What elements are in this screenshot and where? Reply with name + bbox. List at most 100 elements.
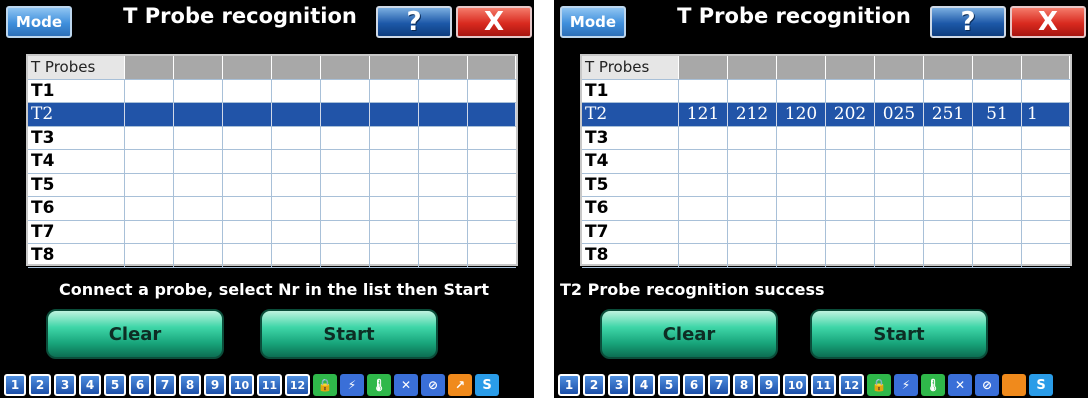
table-cell — [777, 244, 826, 267]
table-cell — [1022, 127, 1070, 150]
help-icon: ? — [960, 7, 976, 37]
orange-square-icon[interactable] — [1002, 374, 1026, 396]
channel-10-button[interactable]: 10 — [229, 374, 254, 396]
table-row[interactable]: T4 — [582, 150, 1070, 174]
arrow-icon[interactable]: ↗ — [448, 374, 472, 396]
table-row[interactable]: T5 — [28, 173, 516, 197]
thermometer-icon[interactable]: 🌡 — [367, 374, 391, 396]
sensor-error-icon[interactable]: ✕ — [394, 374, 418, 396]
channel-12-button[interactable]: 12 — [839, 374, 864, 396]
link-error-icon[interactable]: ⚡ — [340, 374, 364, 396]
start-button[interactable]: Start — [810, 309, 988, 359]
table-cell — [973, 220, 1022, 243]
clear-button[interactable]: Clear — [600, 309, 778, 359]
probe-label: T4 — [582, 150, 679, 173]
table-cell — [1022, 150, 1070, 173]
channel-11-button[interactable]: 11 — [257, 374, 282, 396]
table-row[interactable]: T3 — [582, 126, 1070, 150]
channel-1-button[interactable]: 1 — [558, 374, 580, 396]
channel-6-button[interactable]: 6 — [683, 374, 705, 396]
lock-icon[interactable]: 🔒 — [313, 374, 337, 396]
channel-4-button[interactable]: 4 — [79, 374, 101, 396]
table-row[interactable]: T2 — [28, 103, 516, 127]
table-cell: 120 — [777, 103, 826, 126]
sensor-error-icon[interactable]: ✕ — [948, 374, 972, 396]
lock-icon[interactable]: 🔒 — [867, 374, 891, 396]
table-row[interactable]: T4 — [28, 150, 516, 174]
table-cell — [468, 127, 516, 150]
title-bar: Mode T Probe recognition ? X — [554, 0, 1088, 42]
table-cell — [223, 150, 272, 173]
table-cell — [125, 79, 174, 102]
mode-button[interactable]: Mode — [6, 6, 72, 38]
table-row[interactable]: T2 121 212 120 202 025 251 51 1 — [582, 103, 1070, 127]
close-button[interactable]: X — [1010, 6, 1086, 38]
table-row[interactable]: T6 — [28, 197, 516, 221]
table-row[interactable]: T5 — [582, 173, 1070, 197]
channel-11-button[interactable]: 11 — [811, 374, 836, 396]
column-header — [875, 56, 924, 79]
channel-5-button[interactable]: 5 — [104, 374, 126, 396]
table-row[interactable]: T7 — [582, 220, 1070, 244]
thermometer-icon[interactable]: 🌡 — [921, 374, 945, 396]
channel-7-button[interactable]: 7 — [708, 374, 730, 396]
table-cell — [468, 197, 516, 220]
table-cell: 212 — [728, 103, 777, 126]
table-cell — [777, 79, 826, 102]
channel-6-button[interactable]: 6 — [129, 374, 151, 396]
table-cell — [272, 197, 321, 220]
s-icon[interactable]: S — [475, 374, 499, 396]
clear-button[interactable]: Clear — [46, 309, 224, 359]
table-cell — [125, 173, 174, 196]
mode-button[interactable]: Mode — [560, 6, 626, 38]
table-cell — [468, 103, 516, 126]
table-cell — [679, 197, 728, 220]
channel-4-button[interactable]: 4 — [633, 374, 655, 396]
channel-12-button[interactable]: 12 — [285, 374, 310, 396]
table-cell — [777, 150, 826, 173]
table-row[interactable]: T8 — [28, 244, 516, 268]
table-row[interactable]: T8 — [582, 244, 1070, 268]
channel-9-button[interactable]: 9 — [758, 374, 780, 396]
link-error-icon[interactable]: ⚡ — [894, 374, 918, 396]
channel-3-button[interactable]: 3 — [54, 374, 76, 396]
channel-3-button[interactable]: 3 — [608, 374, 630, 396]
channel-2-button[interactable]: 2 — [583, 374, 605, 396]
channel-7-button[interactable]: 7 — [154, 374, 176, 396]
probe-label: T7 — [582, 220, 679, 243]
window-title: T Probe recognition — [677, 4, 911, 28]
channel-8-button[interactable]: 8 — [733, 374, 755, 396]
table-cell — [875, 173, 924, 196]
taskbar: 1 2 3 4 5 6 7 8 9 10 11 12 🔒 ⚡ 🌡 ✕ ⊘ S — [554, 372, 1088, 398]
table-row[interactable]: T6 — [582, 197, 1070, 221]
table-cell — [728, 173, 777, 196]
s-icon[interactable]: S — [1029, 374, 1053, 396]
table-cell — [973, 244, 1022, 267]
probe-label: T6 — [582, 197, 679, 220]
channel-5-button[interactable]: 5 — [658, 374, 680, 396]
close-button[interactable]: X — [456, 6, 532, 38]
channel-10-button[interactable]: 10 — [783, 374, 808, 396]
channel-2-button[interactable]: 2 — [29, 374, 51, 396]
channel-9-button[interactable]: 9 — [204, 374, 226, 396]
help-button[interactable]: ? — [376, 6, 452, 38]
table-cell — [1022, 244, 1070, 267]
table-row[interactable]: T3 — [28, 126, 516, 150]
table-cell — [321, 150, 370, 173]
start-button[interactable]: Start — [260, 309, 438, 359]
channel-1-button[interactable]: 1 — [4, 374, 26, 396]
column-header — [223, 56, 272, 79]
disabled-icon[interactable]: ⊘ — [421, 374, 445, 396]
help-button[interactable]: ? — [930, 6, 1006, 38]
table-cell — [370, 173, 419, 196]
column-header — [924, 56, 973, 79]
probe-table: T Probes T1 T2 T3 T4 T5 T6 T7 T8 — [26, 54, 518, 268]
table-row[interactable]: T1 — [582, 79, 1070, 103]
disabled-icon[interactable]: ⊘ — [975, 374, 999, 396]
channel-8-button[interactable]: 8 — [179, 374, 201, 396]
table-row[interactable]: T1 — [28, 79, 516, 103]
table-row[interactable]: T7 — [28, 220, 516, 244]
table-cell — [468, 80, 516, 103]
table-cell — [728, 197, 777, 220]
table-cell — [973, 173, 1022, 196]
